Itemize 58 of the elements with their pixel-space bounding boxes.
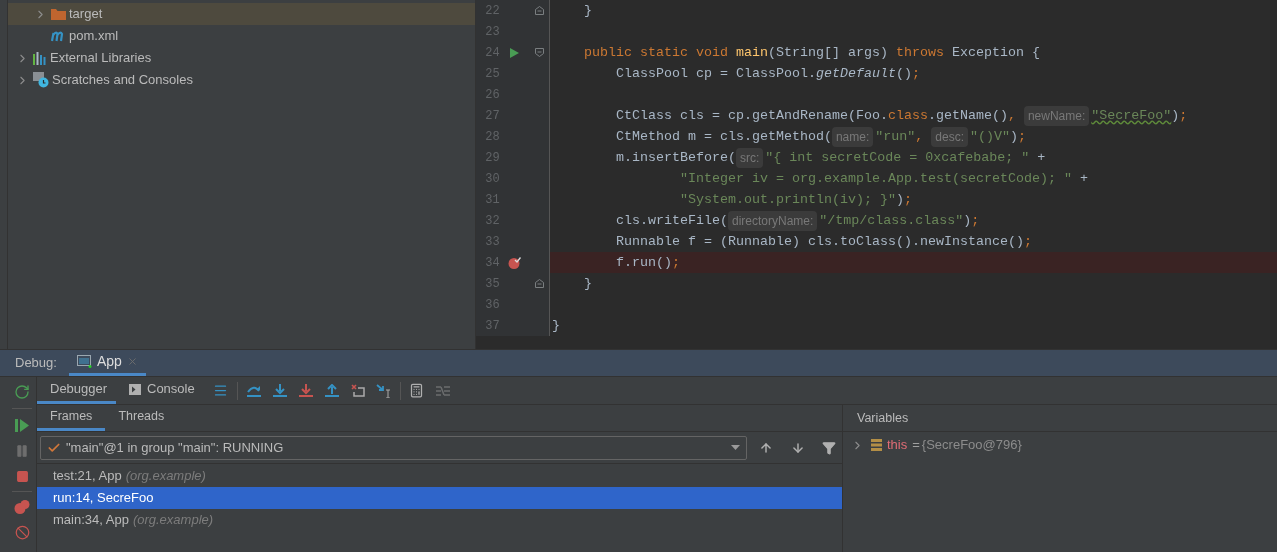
code-line: }: [583, 274, 592, 293]
code-line: }: [551, 316, 560, 335]
frame-item[interactable]: run:14, SecreFoo: [37, 487, 842, 509]
breakpoints-icon[interactable]: [14, 500, 30, 514]
code-line: }: [583, 1, 592, 20]
parameter-hint: newName:: [1023, 105, 1090, 126]
frames-tab[interactable]: Threads: [105, 405, 178, 431]
code-line: cls.writeFile( directoryName: "/tmp/class.class");: [550, 210, 980, 231]
parameter-hint: src:: [735, 147, 764, 168]
code-line: m.insertBefore( src: "{ int secretCode = 0xcafebabe; " +: [550, 147, 1046, 168]
code-line: f.run();: [615, 253, 680, 272]
code-line: ClassPool cp = ClassPool.getDefault();: [615, 64, 920, 83]
breakpoint-icon[interactable]: [507, 256, 521, 269]
panel-title: Variables: [857, 409, 909, 427]
field-icon: [871, 439, 882, 451]
mute-breakpoints-icon[interactable]: [14, 525, 30, 540]
code-line: CtMethod m = cls.getMethod( name: "run", desc: "()V");: [550, 126, 1026, 147]
panel-title: Debug:: [14, 354, 58, 373]
console-icon: [129, 383, 141, 395]
code-line: CtClass cls = cp.getAndRename(Foo.class.getName(), newName: "SecreFoo");: [550, 105, 1188, 126]
debugger-tab[interactable]: Console: [116, 377, 208, 404]
parameter-hint: directoryName:: [727, 210, 818, 231]
tree-label: Scratches and Consoles: [52, 71, 193, 90]
scratch-clock-icon: [33, 72, 49, 88]
rerun-icon[interactable]: [14, 384, 30, 400]
tree-item[interactable]: pom.xml: [8, 25, 475, 47]
debugger-tab[interactable]: Debugger: [37, 377, 116, 404]
code-line: public static void main(String[] args) throws Exception {: [583, 43, 1040, 62]
close-icon[interactable]: [126, 356, 138, 367]
resume-icon[interactable]: [15, 419, 29, 432]
dropdown-arrow-icon: [731, 445, 741, 450]
run-icon[interactable]: [509, 47, 519, 58]
tree-label: pom.xml: [69, 27, 119, 46]
frame-item[interactable]: main:34, App (org.example): [37, 509, 842, 531]
tree-item[interactable]: Scratches and Consoles: [8, 69, 475, 91]
fold-icon[interactable]: [534, 6, 544, 15]
frames-tab[interactable]: Frames: [37, 405, 106, 431]
stop-icon[interactable]: [15, 470, 29, 483]
variable-row[interactable]: this ={SecreFoo@796}: [843, 433, 1277, 457]
tree-item[interactable]: target: [8, 3, 475, 25]
window-icon: [76, 355, 92, 368]
code-line: "System.out.println(iv); }");: [678, 190, 912, 209]
thread-dropdown[interactable]: "main"@1 in group "main": RUNNING: [40, 435, 748, 460]
frame-item[interactable]: test:21, App (org.example): [37, 465, 842, 487]
maven-icon: [51, 30, 66, 42]
fold-icon[interactable]: [534, 279, 544, 288]
code-line: "Integer iv = org.example.App.test(secretCode); " +: [678, 169, 1088, 188]
fold-icon[interactable]: [534, 48, 544, 57]
libraries-icon: [33, 51, 47, 65]
tree-item[interactable]: External Libraries: [8, 47, 475, 69]
code-line: Runnable f = (Runnable) cls.toClass().newInstance();: [615, 232, 1032, 251]
folder-icon: [51, 8, 66, 20]
pause-icon[interactable]: [15, 444, 29, 458]
tree-label: External Libraries: [50, 49, 152, 68]
session-tab[interactable]: App: [68, 350, 146, 376]
tree-label: target: [69, 5, 103, 24]
parameter-hint: name:: [831, 126, 874, 147]
parameter-hint: desc:: [931, 126, 968, 147]
